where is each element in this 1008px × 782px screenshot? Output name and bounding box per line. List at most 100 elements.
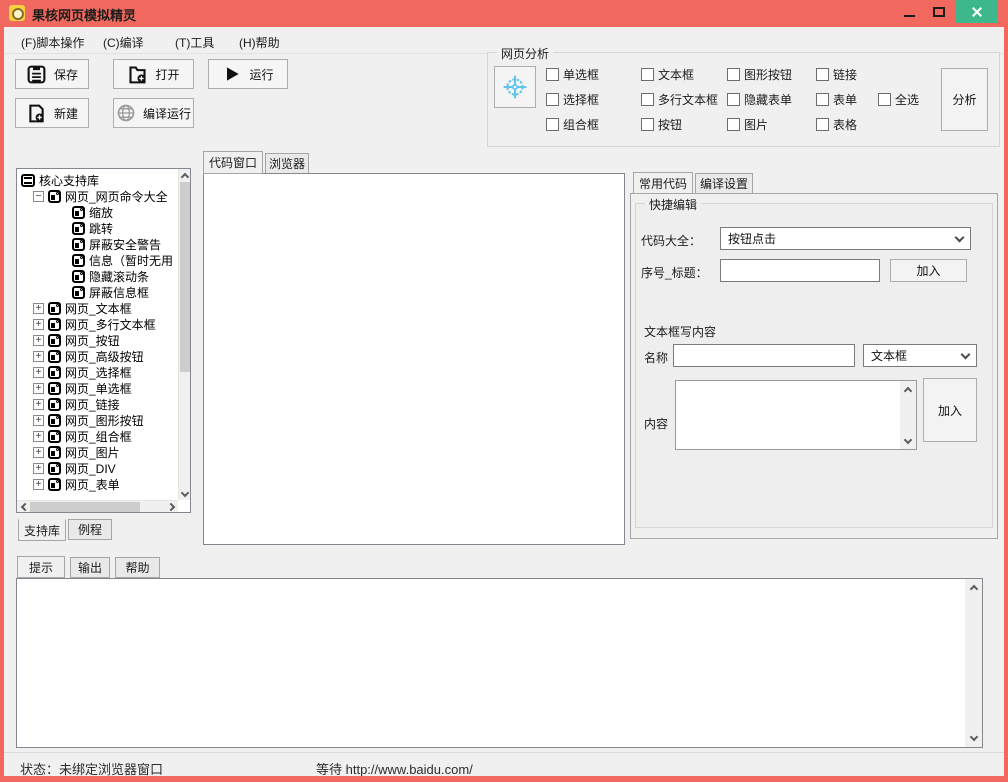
- checkbox-box[interactable]: [816, 68, 829, 81]
- expand-icon[interactable]: +: [33, 383, 44, 394]
- tree-item[interactable]: −网页_网页命令大全: [19, 188, 177, 204]
- tree-vertical-scrollbar[interactable]: [178, 169, 190, 500]
- tree-item[interactable]: 隐藏滚动条: [19, 268, 177, 284]
- output-scrollbar[interactable]: [965, 579, 982, 747]
- tab-help[interactable]: 帮助: [115, 557, 160, 578]
- close-button[interactable]: [956, 0, 998, 23]
- checkbox-radio-box[interactable]: 单选框: [546, 66, 599, 82]
- open-button[interactable]: 打开: [113, 59, 194, 89]
- scroll-down-arrow[interactable]: [965, 731, 982, 746]
- scroll-down-arrow[interactable]: [900, 434, 916, 448]
- tree-item[interactable]: +网页_DIV: [19, 460, 177, 476]
- checkbox-box[interactable]: [641, 118, 654, 131]
- run-button[interactable]: 运行: [208, 59, 288, 89]
- save-button[interactable]: 保存: [15, 59, 89, 89]
- checkbox-button[interactable]: 按钮: [641, 116, 682, 132]
- checkbox-box[interactable]: [546, 68, 559, 81]
- tab-browser[interactable]: 浏览器: [265, 153, 309, 174]
- tree-item[interactable]: +网页_按钮: [19, 332, 177, 348]
- tree-horizontal-scrollbar[interactable]: [17, 500, 178, 512]
- tab-support-library[interactable]: 支持库: [18, 519, 66, 541]
- scroll-right-arrow[interactable]: [166, 501, 178, 513]
- checkbox-box[interactable]: [727, 93, 740, 106]
- maximize-button[interactable]: [924, 0, 954, 23]
- checkbox-box[interactable]: [641, 93, 654, 106]
- scroll-down-arrow[interactable]: [179, 488, 191, 500]
- expand-icon[interactable]: +: [33, 303, 44, 314]
- content-scrollbar[interactable]: [900, 381, 916, 449]
- checkbox-multiline-text-box[interactable]: 多行文本框: [641, 91, 718, 107]
- tree-item[interactable]: +网页_多行文本框: [19, 316, 177, 332]
- menu-compile[interactable]: (C)编译: [100, 33, 147, 52]
- checkbox-select-all[interactable]: 全选: [878, 91, 919, 107]
- tree-item[interactable]: +网页_选择框: [19, 364, 177, 380]
- code-editor-area[interactable]: [203, 173, 625, 545]
- output-area[interactable]: [16, 578, 983, 748]
- checkbox-text-box[interactable]: 文本框: [641, 66, 694, 82]
- tree-item[interactable]: +网页_高级按钮: [19, 348, 177, 364]
- checkbox-image-button[interactable]: 图形按钮: [727, 66, 792, 82]
- expand-icon[interactable]: +: [33, 415, 44, 426]
- scroll-up-arrow[interactable]: [179, 169, 191, 181]
- collapse-icon[interactable]: −: [33, 191, 44, 202]
- content-textarea[interactable]: [675, 380, 917, 450]
- checkbox-box[interactable]: [816, 118, 829, 131]
- checkbox-form[interactable]: 表单: [816, 91, 857, 107]
- expand-icon[interactable]: +: [33, 335, 44, 346]
- name-input[interactable]: [673, 344, 855, 367]
- tree-item[interactable]: 缩放: [19, 204, 177, 220]
- minimize-button[interactable]: [894, 0, 924, 23]
- checkbox-box[interactable]: [816, 93, 829, 106]
- expand-icon[interactable]: +: [33, 351, 44, 362]
- checkbox-image[interactable]: 图片: [727, 116, 768, 132]
- menu-help[interactable]: (H)帮助: [236, 33, 283, 52]
- tab-output[interactable]: 输出: [70, 557, 110, 578]
- tree-item[interactable]: 屏蔽安全警告: [19, 236, 177, 252]
- checkbox-box[interactable]: [546, 93, 559, 106]
- expand-icon[interactable]: +: [33, 447, 44, 458]
- tree-hscroll-thumb[interactable]: [30, 502, 140, 512]
- expand-icon[interactable]: +: [33, 479, 44, 490]
- tab-hints[interactable]: 提示: [17, 556, 65, 578]
- checkbox-link[interactable]: 链接: [816, 66, 857, 82]
- tab-code-window[interactable]: 代码窗口: [203, 151, 263, 174]
- add-content-button[interactable]: 加入: [923, 378, 977, 442]
- element-type-select[interactable]: 文本框: [863, 344, 977, 367]
- tab-compile-settings[interactable]: 编译设置: [695, 173, 753, 194]
- checkbox-combo-box[interactable]: 组合框: [546, 116, 599, 132]
- serial-title-input[interactable]: [720, 259, 880, 282]
- tree-item[interactable]: +网页_单选框: [19, 380, 177, 396]
- tab-common-code[interactable]: 常用代码: [633, 172, 693, 194]
- menu-tools[interactable]: (T)工具: [172, 33, 217, 52]
- expand-icon[interactable]: +: [33, 399, 44, 410]
- new-button[interactable]: 新建: [15, 98, 89, 128]
- checkbox-hidden-form[interactable]: 隐藏表单: [727, 91, 792, 107]
- expand-icon[interactable]: +: [33, 319, 44, 330]
- tree-vscroll-thumb[interactable]: [180, 182, 190, 372]
- tree-item[interactable]: +网页_图形按钮: [19, 412, 177, 428]
- menu-script-ops[interactable]: (F)脚本操作: [18, 33, 87, 52]
- checkbox-select-box[interactable]: 选择框: [546, 91, 599, 107]
- tree-item[interactable]: +网页_图片: [19, 444, 177, 460]
- compile-run-button[interactable]: 编译运行: [113, 98, 194, 128]
- checkbox-box[interactable]: [727, 68, 740, 81]
- scroll-left-arrow[interactable]: [17, 501, 29, 513]
- code-catalog-select[interactable]: 按钮点击: [720, 227, 971, 250]
- checkbox-box[interactable]: [546, 118, 559, 131]
- checkbox-box[interactable]: [641, 68, 654, 81]
- tree-item[interactable]: 屏蔽信息框: [19, 284, 177, 300]
- scroll-up-arrow[interactable]: [900, 382, 916, 396]
- analyze-button[interactable]: 分析: [941, 68, 988, 131]
- checkbox-box[interactable]: [878, 93, 891, 106]
- tree-item[interactable]: +网页_表单: [19, 476, 177, 492]
- tree-item[interactable]: +网页_文本框: [19, 300, 177, 316]
- tree-item[interactable]: 核心支持库: [19, 172, 177, 188]
- checkbox-table[interactable]: 表格: [816, 116, 857, 132]
- expand-icon[interactable]: +: [33, 367, 44, 378]
- tab-examples[interactable]: 例程: [68, 519, 112, 540]
- scroll-up-arrow[interactable]: [965, 580, 982, 595]
- tree-item[interactable]: 跳转: [19, 220, 177, 236]
- tree-item[interactable]: +网页_组合框: [19, 428, 177, 444]
- tree-item[interactable]: 信息（暂时无用: [19, 252, 177, 268]
- checkbox-box[interactable]: [727, 118, 740, 131]
